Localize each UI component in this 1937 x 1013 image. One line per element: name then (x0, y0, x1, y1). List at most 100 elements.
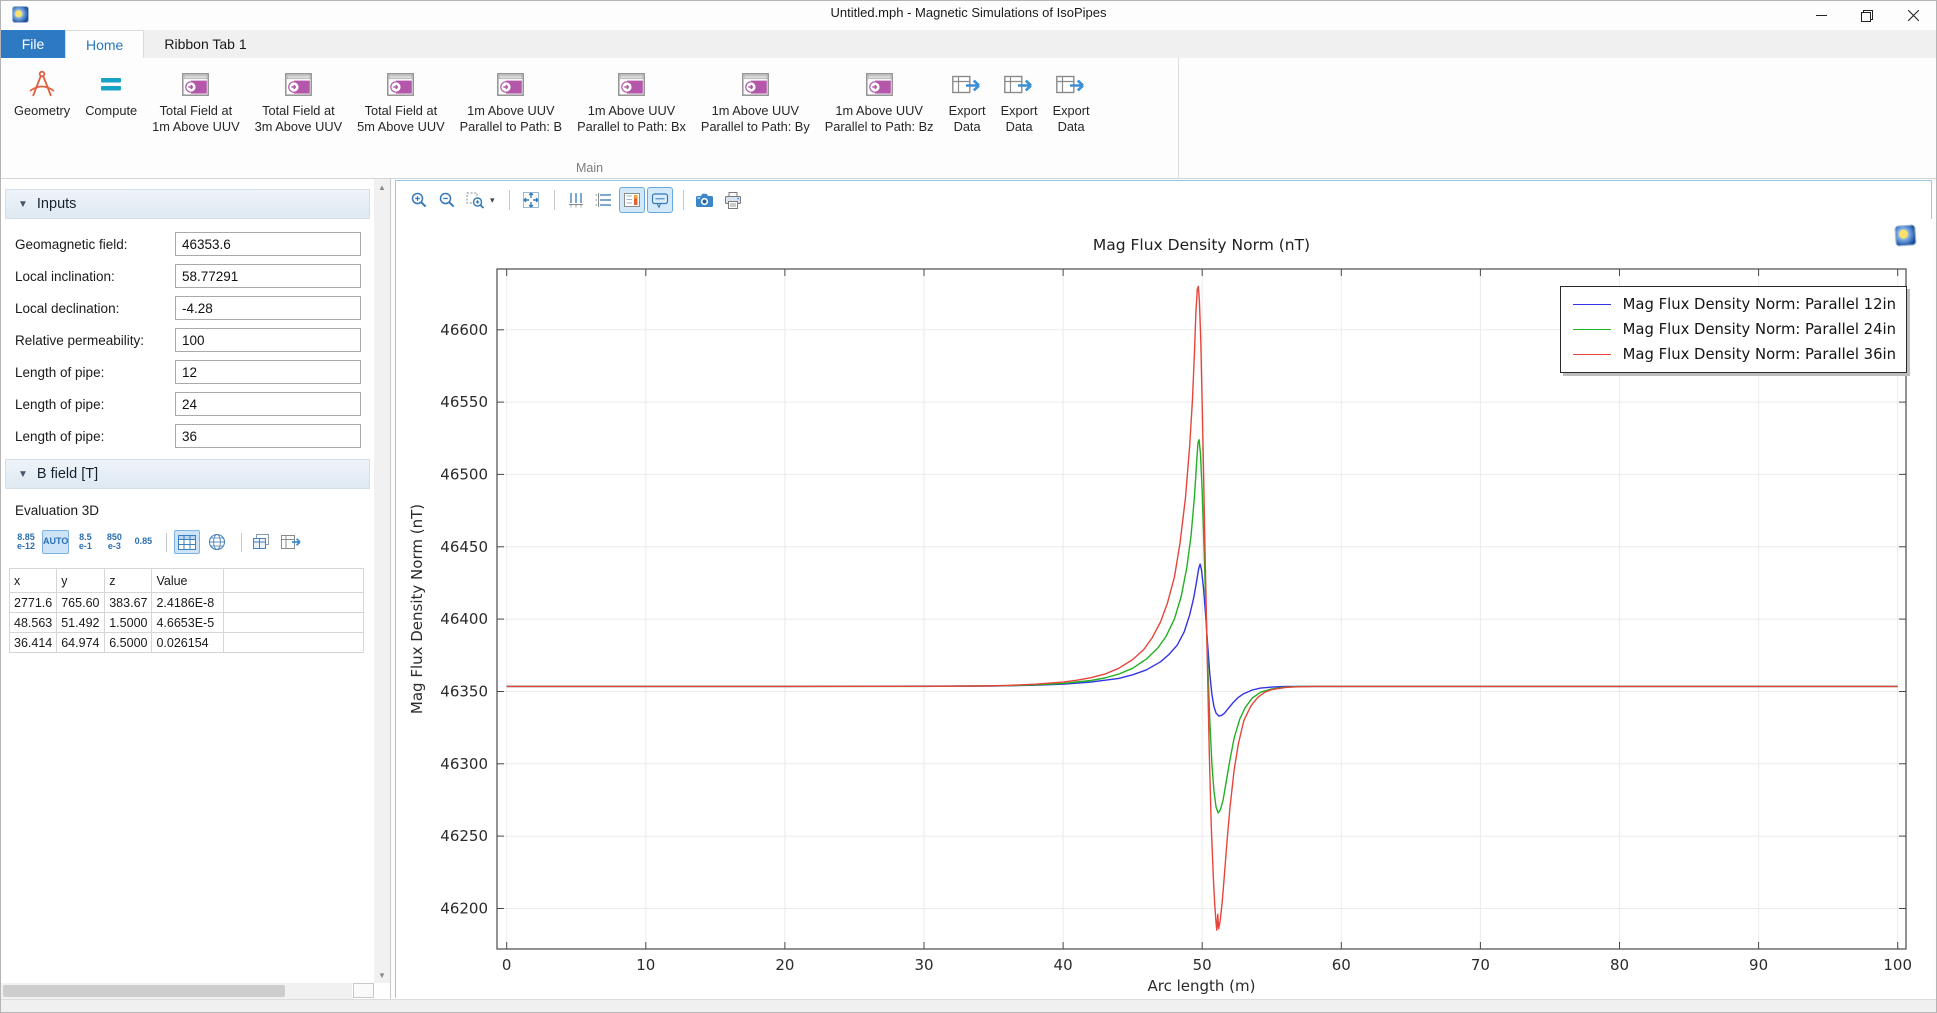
ribbon-button-1m-above-uuv-parallel-to-path-b[interactable]: 1m Above UUVParallel to Path: B (453, 62, 569, 137)
field-input-local-inclination[interactable] (175, 264, 361, 288)
ribbon-button-label: Total Field at5m Above UUV (357, 103, 445, 134)
field-label-length-of-pipe: Length of pipe: (15, 365, 175, 380)
table-cell[interactable]: 36.414 (10, 633, 57, 653)
precision-button-0-85[interactable]: 0.85 (130, 530, 156, 554)
sidebar-vertical-scrollbar[interactable]: ▲ ▼ (374, 179, 390, 983)
ribbon-tab-file[interactable]: File (1, 30, 65, 58)
evaluation-toolbar: 8.85e-12AUTO8.5e-1850e-30.85 (13, 528, 374, 556)
zoom-dropdown-caret-icon[interactable]: ▾ (490, 195, 495, 206)
bfield-section-header[interactable]: ▼ B field [T] (5, 459, 370, 489)
scrollbar-thumb[interactable] (3, 985, 285, 997)
globe-plot-button[interactable] (204, 530, 230, 554)
precision-button-8-5[interactable]: 8.5e-1 (72, 530, 98, 554)
ribbon-tab-ribbon-tab-1[interactable]: Ribbon Tab 1 (144, 30, 266, 58)
table-view-icon (178, 535, 196, 550)
plot-window-icon (285, 73, 312, 96)
ribbon-button-export-data[interactable]: ExportData (1046, 62, 1097, 137)
toolbar-separator (241, 533, 242, 552)
ribbon-button-label: ExportData (1053, 103, 1090, 134)
legend-label: Mag Flux Density Norm: Parallel 24in (1623, 321, 1896, 338)
graphics-window: ▾ (395, 180, 1932, 998)
ribbon-tab-home[interactable]: Home (65, 30, 144, 58)
table-cell[interactable]: 2.4186E-8 (152, 593, 224, 613)
image-snapshot-button[interactable] (692, 187, 718, 213)
svg-text:90: 90 (1749, 956, 1768, 974)
table-row[interactable]: 36.41464.9746.50000.026154 (10, 633, 364, 653)
field-input-length-of-pipe[interactable] (175, 424, 361, 448)
ribbon-button-compute[interactable]: Compute (78, 62, 144, 122)
ribbon-button-1m-above-uuv-parallel-to-path-bz[interactable]: 1m Above UUVParallel to Path: Bz (818, 62, 941, 137)
plot-window-icon (182, 73, 209, 96)
inputs-section-header[interactable]: ▼ Inputs (5, 189, 370, 219)
table-cell[interactable]: 383.67 (105, 593, 152, 613)
svg-text:60: 60 (1332, 956, 1351, 974)
table-cell[interactable]: 6.5000 (105, 633, 152, 653)
field-input-local-declination[interactable] (175, 296, 361, 320)
ribbon-button-1m-above-uuv-parallel-to-path-bx[interactable]: 1m Above UUVParallel to Path: Bx (570, 62, 693, 137)
toolbar-separator (683, 190, 684, 210)
ribbon-button-total-field-at-5m-above-uuv[interactable]: Total Field at5m Above UUV (350, 62, 452, 137)
precision-button-auto[interactable]: AUTO (42, 530, 69, 554)
precision-button-8-85[interactable]: 8.85e-12 (13, 530, 39, 554)
field-label-local-inclination: Local inclination: (15, 269, 175, 284)
export-table-button[interactable] (279, 530, 305, 554)
print-button[interactable] (720, 187, 746, 213)
precision-button-850[interactable]: 850e-3 (101, 530, 127, 554)
evaluation-label: Evaluation 3D (15, 503, 374, 518)
restore-button[interactable] (1844, 1, 1890, 30)
field-input-length-of-pipe[interactable] (175, 392, 361, 416)
minimize-icon (1816, 10, 1827, 21)
zoom-out-button[interactable] (434, 187, 460, 213)
field-input-geomagnetic-field[interactable] (175, 232, 361, 256)
restore-icon (1861, 10, 1873, 22)
zoom-box-button[interactable] (462, 187, 488, 213)
table-row[interactable]: 48.56351.4921.50004.6653E-5 (10, 613, 364, 633)
copy-table-button[interactable] (249, 530, 275, 554)
table-cell[interactable]: 765.60 (57, 593, 105, 613)
ribbon-button-export-data[interactable]: ExportData (994, 62, 1045, 137)
zoom-in-button[interactable] (406, 187, 432, 213)
zoom-in-icon (410, 191, 428, 209)
scroll-up-icon[interactable]: ▲ (374, 179, 390, 195)
table-cell[interactable]: 51.492 (57, 613, 105, 633)
export-data-icon (1056, 73, 1087, 96)
field-label-length-of-pipe: Length of pipe: (15, 429, 175, 444)
legend-entry: Mag Flux Density Norm: Parallel 24in (1573, 317, 1896, 342)
table-header-value: Value (152, 569, 224, 593)
svg-text:46500: 46500 (440, 465, 488, 483)
close-button[interactable] (1890, 1, 1936, 30)
ribbon-button-total-field-at-3m-above-uuv[interactable]: Total Field at3m Above UUV (248, 62, 350, 137)
export-data-icon (952, 73, 983, 96)
ribbon-button-geometry[interactable]: Geometry (7, 62, 77, 122)
ribbon-button-export-data[interactable]: ExportData (942, 62, 993, 137)
color-legend-icon (623, 192, 641, 208)
sidebar-horizontal-scrollbar[interactable] (1, 983, 352, 999)
table-cell[interactable]: 2771.6 (10, 593, 57, 613)
y-axis-grid-button[interactable] (591, 187, 617, 213)
table-row[interactable]: 2771.6765.60383.672.4186E-8 (10, 593, 364, 613)
ribbon-button-1m-above-uuv-parallel-to-path-by[interactable]: 1m Above UUVParallel to Path: By (694, 62, 817, 137)
table-cell[interactable]: 64.974 (57, 633, 105, 653)
table-cell[interactable]: 0.026154 (152, 633, 224, 653)
svg-text:46350: 46350 (440, 683, 488, 701)
scrollbar-corner (353, 983, 374, 998)
ribbon-group-main: Geometry Compute Total Field at1m Above … (1, 58, 1179, 178)
field-input-length-of-pipe[interactable] (175, 360, 361, 384)
toolbar-separator (166, 533, 167, 552)
plot-window-icon (387, 73, 414, 96)
color-legend-toggle-button[interactable] (619, 187, 645, 213)
table-cell[interactable]: 48.563 (10, 613, 57, 633)
plot-tooltip-toggle-button[interactable] (647, 187, 673, 213)
table-cell[interactable]: 4.6653E-5 (152, 613, 224, 633)
table-view-button[interactable] (174, 530, 200, 554)
minimize-button[interactable] (1798, 1, 1844, 30)
ribbon-button-label: Total Field at1m Above UUV (152, 103, 240, 134)
svg-text:100: 100 (1883, 956, 1912, 974)
table-cell[interactable]: 1.5000 (105, 613, 152, 633)
x-axis-grid-button[interactable] (563, 187, 589, 213)
field-label-relative-permeability: Relative permeability: (15, 333, 175, 348)
field-input-relative-permeability[interactable] (175, 328, 361, 352)
scroll-down-icon[interactable]: ▼ (374, 967, 390, 983)
ribbon-button-total-field-at-1m-above-uuv[interactable]: Total Field at1m Above UUV (145, 62, 247, 137)
zoom-extents-button[interactable] (518, 187, 544, 213)
